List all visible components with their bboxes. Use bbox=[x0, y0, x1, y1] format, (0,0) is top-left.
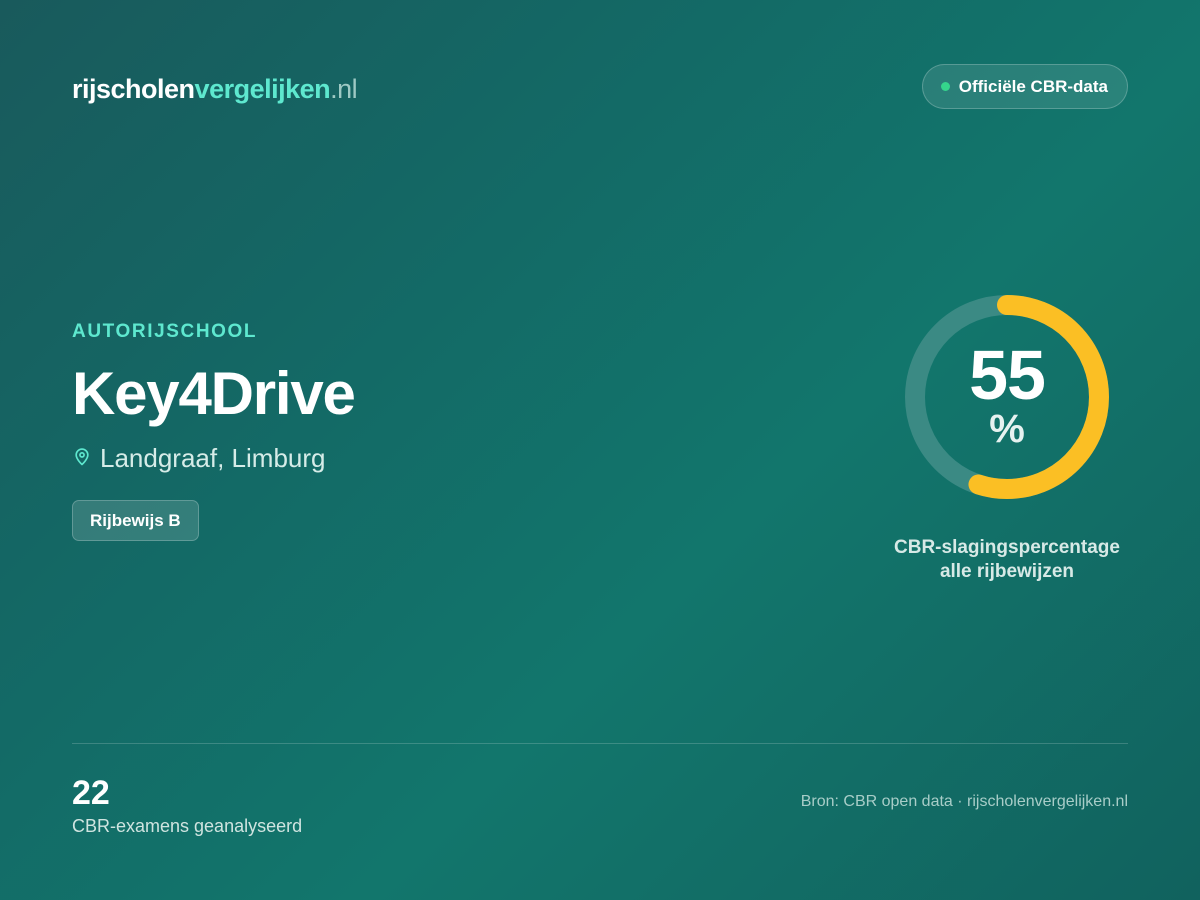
pass-rate-caption-line2: alle rijbewijzen bbox=[939, 561, 1075, 582]
pass-rate-value: 55 bbox=[969, 336, 1046, 414]
source-credit[interactable]: Bron: CBR open data · rijscholenvergelij… bbox=[801, 793, 1128, 811]
school-name: Key4Drive bbox=[72, 360, 356, 427]
official-data-label: Officiële CBR-data bbox=[958, 76, 1108, 96]
logo-part-tld: .nl bbox=[330, 74, 358, 104]
location-text: Landgraaf, Limburg bbox=[100, 443, 326, 473]
share-card: rijscholenvergelijken.nl Officiële CBR-d… bbox=[0, 0, 1200, 900]
pass-rate-caption-line1: CBR-slagingspercentage bbox=[894, 537, 1120, 558]
pass-rate-caption: CBR-slagingspercentage alle rijbewijzen bbox=[857, 536, 1157, 584]
map-pin-icon bbox=[72, 443, 92, 474]
pass-rate-unit: % bbox=[989, 407, 1025, 451]
exam-count: 22 bbox=[72, 774, 110, 812]
pass-rate-gauge: 55 % bbox=[905, 295, 1109, 499]
school-category: AUTORIJSCHOOL bbox=[72, 321, 258, 342]
official-data-badge: Officiële CBR-data bbox=[921, 64, 1128, 109]
logo-part-rijscholen: rijscholen bbox=[72, 74, 195, 104]
logo-part-vergelijken: vergelijken bbox=[194, 74, 331, 104]
license-tag: Rijbewijs B bbox=[72, 500, 199, 541]
exam-count-label: CBR-examens geanalyseerd bbox=[72, 816, 303, 836]
footer-divider bbox=[72, 743, 1128, 744]
status-dot-icon bbox=[940, 82, 950, 91]
school-location: Landgraaf, Limburg bbox=[72, 443, 325, 474]
site-logo[interactable]: rijscholenvergelijken.nl bbox=[72, 72, 358, 106]
